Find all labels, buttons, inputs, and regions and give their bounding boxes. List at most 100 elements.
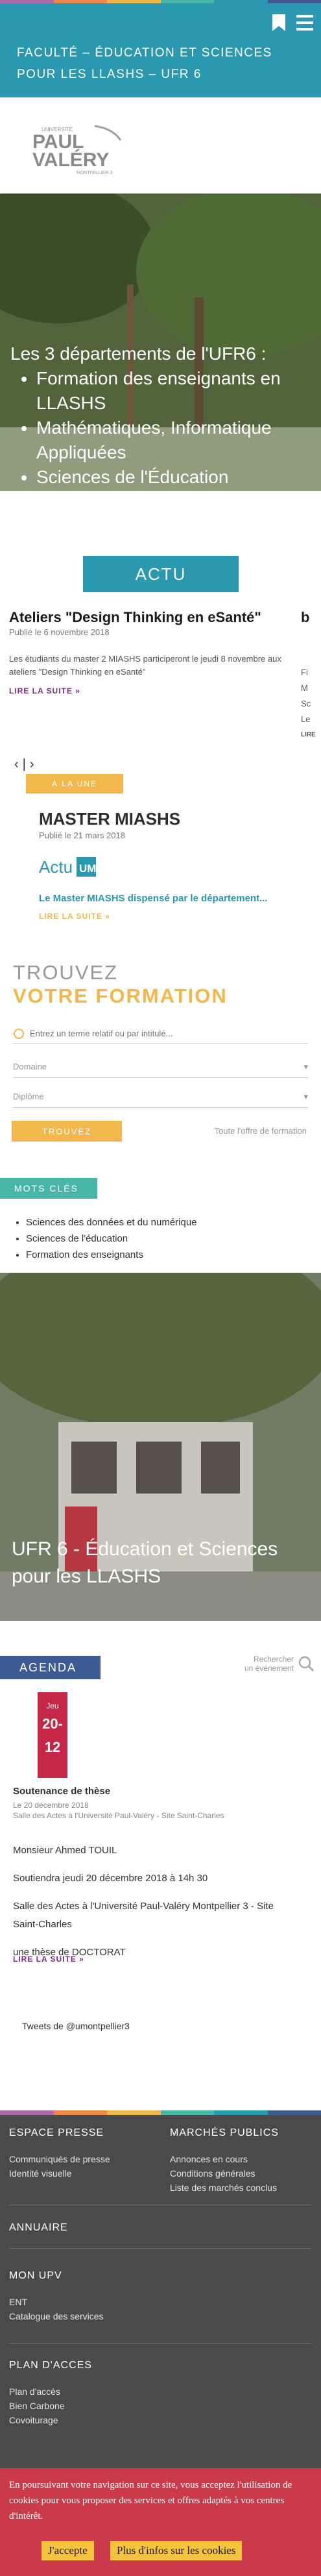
hamburger-line bbox=[296, 28, 313, 31]
keywords-list: Sciences des données et du numérique Sci… bbox=[13, 1214, 197, 1263]
chevron-down-icon: ▾ bbox=[303, 1061, 308, 1071]
footer-link[interactable]: Conditions générales bbox=[170, 2166, 313, 2181]
event-where: Salle des Actes à l'Université Paul-Valé… bbox=[13, 1901, 274, 1930]
search-icon bbox=[298, 1656, 315, 1672]
footer-link[interactable]: Covoiturage bbox=[9, 2413, 92, 2427]
cookie-info-button[interactable]: Plus d'infos sur les cookies bbox=[110, 2541, 243, 2560]
search-icon bbox=[14, 1028, 24, 1039]
all-courses-link[interactable]: Toute l'offre de formation bbox=[215, 1126, 307, 1136]
news-card-featured[interactable]: Ateliers "Design Thinking en eSanté" Pub… bbox=[9, 609, 298, 697]
event-body: Monsieur Ahmed TOUIL Soutiendra jeudi 20… bbox=[13, 1842, 285, 1971]
slider-next-button[interactable]: › bbox=[30, 757, 34, 771]
footer-link[interactable]: Communiqués de presse bbox=[9, 2152, 152, 2166]
university-logo[interactable]: UNIVERSITÉ PAUL VALÉRY MONTPELLIER 3 bbox=[30, 114, 127, 177]
hero-list: Formation des enseignants en LLASHS Math… bbox=[10, 366, 315, 490]
keywords-label: MOTS CLÉS bbox=[0, 1178, 97, 1199]
focus-label: À LA UNE bbox=[26, 774, 123, 794]
news-section: ACTU Ateliers "Design Thinking en eSanté… bbox=[0, 491, 321, 958]
peek-line: LIRE bbox=[301, 731, 316, 738]
bookmark-icon bbox=[272, 14, 285, 31]
footer-link[interactable]: Bien Carbone bbox=[9, 2399, 92, 2413]
logo-line4: MONTPELLIER 3 bbox=[77, 171, 112, 175]
hamburger-line bbox=[296, 21, 313, 24]
news-card-next[interactable]: b Fi M Sc Le LIRE bbox=[301, 609, 321, 743]
news-date: Publié le 21 mars 2018 bbox=[39, 831, 125, 840]
site-title[interactable]: Faculté – Éducation et Sciences pour les… bbox=[17, 42, 289, 85]
event-meta: Le 20 décembre 2018 Salle des Actes à l'… bbox=[13, 1800, 259, 1821]
menu-button[interactable] bbox=[294, 10, 316, 36]
hero-banner: Les 3 départements de l'UFR6 : Formation… bbox=[0, 194, 321, 491]
course-finder: TROUVEZ VOTRE FORMATION Domaine ▾ Diplôm… bbox=[0, 958, 321, 1169]
course-search-field[interactable] bbox=[13, 1023, 308, 1044]
footer-link[interactable]: Plan d'accès bbox=[9, 2384, 92, 2399]
cookie-accept-button[interactable]: J'accepte bbox=[42, 2541, 94, 2560]
hero-item[interactable]: Formation des enseignants en LLASHS bbox=[36, 366, 315, 416]
footer-link[interactable]: ENT bbox=[9, 2295, 104, 2309]
footer-divider bbox=[9, 2248, 312, 2249]
keyword-link[interactable]: Sciences des données et du numérique bbox=[26, 1214, 197, 1231]
diploma-select[interactable]: Diplôme ▾ bbox=[13, 1086, 308, 1108]
keyword-link[interactable]: Sciences de l'éducation bbox=[26, 1231, 197, 1247]
peek-line: M bbox=[301, 683, 308, 693]
news-excerpt: Les étudiants du master 2 MIASHS partici… bbox=[9, 654, 281, 677]
news-card-focus[interactable]: MASTER MIASHS Publié le 21 mars 2018 Act… bbox=[39, 809, 285, 922]
hero-item[interactable]: Mathématiques, Informatique Appliquées bbox=[36, 416, 315, 465]
footer-color-stripe bbox=[0, 2110, 321, 2115]
footer-heading[interactable]: ESPACE PRESSE bbox=[9, 2126, 152, 2140]
keyword-link[interactable]: Formation des enseignants bbox=[26, 1247, 197, 1263]
footer-heading[interactable]: MON UPV bbox=[9, 2269, 104, 2283]
find-course-button[interactable]: TROUVEZ bbox=[12, 1121, 122, 1142]
domain-select-value: Domaine bbox=[13, 1062, 47, 1071]
logo-zone: UNIVERSITÉ PAUL VALÉRY MONTPELLIER 3 bbox=[0, 97, 321, 194]
read-more-link[interactable]: LIRE LA SUITE » bbox=[13, 1955, 84, 1964]
read-more-link[interactable]: LIRE LA SUITE » bbox=[9, 686, 80, 695]
event-when: Soutiendra jeudi 20 décembre 2018 à 14h … bbox=[13, 1873, 208, 1884]
news-title: b bbox=[301, 609, 310, 625]
domain-select[interactable]: Domaine ▾ bbox=[13, 1056, 308, 1078]
footer-heading[interactable]: PLAN D'ACCES bbox=[9, 2358, 92, 2373]
news-label: ACTU bbox=[83, 556, 239, 592]
cookie-banner: En poursuivant votre navigation sur ce s… bbox=[0, 2468, 321, 2576]
footer-heading[interactable]: ANNUAIRE bbox=[9, 2221, 68, 2235]
chevron-down-icon: ▾ bbox=[303, 1091, 308, 1101]
event-meta-place: Salle des Actes à l'Université Paul-Valé… bbox=[13, 1811, 224, 1820]
news-title[interactable]: Ateliers "Design Thinking en eSanté" bbox=[9, 609, 298, 626]
footer-press: ESPACE PRESSE Communiqués de presse Iden… bbox=[9, 2126, 152, 2181]
course-search-input[interactable] bbox=[30, 1029, 289, 1038]
footer-markets: MARCHÉS PUBLICS Annonces en cours Condit… bbox=[170, 2126, 313, 2195]
agenda-search-text: Rechercher un événement bbox=[229, 1655, 294, 1673]
event-day-label: Jeu bbox=[46, 1701, 59, 1710]
news-title[interactable]: MASTER MIASHS bbox=[39, 809, 285, 829]
footer-my-upv: MON UPV ENT Catalogue des services bbox=[9, 2269, 104, 2323]
agenda-search-link[interactable]: Rechercher un événement bbox=[229, 1655, 315, 1673]
actu-logo-mark: UM bbox=[79, 862, 96, 875]
event-month: 12 bbox=[44, 1739, 61, 1755]
bookmark-button[interactable] bbox=[269, 10, 289, 36]
hero-item[interactable]: Sciences de l'Éducation bbox=[36, 465, 315, 490]
peek-line: Fi bbox=[301, 668, 308, 677]
actu-um-logo: Actu UM bbox=[39, 857, 96, 877]
news-date: Publié le 6 novembre 2018 bbox=[9, 627, 110, 637]
building-banner: UFR 6 - Éducation et Sciences pour les L… bbox=[0, 1273, 321, 1621]
footer-heading[interactable]: MARCHÉS PUBLICS bbox=[170, 2126, 313, 2140]
footer-link[interactable]: Catalogue des services bbox=[9, 2309, 104, 2323]
hamburger-menu-icon bbox=[296, 15, 313, 18]
footer-link[interactable]: Liste des marchés conclus bbox=[170, 2181, 313, 2195]
logo-line3: VALÉRY bbox=[32, 149, 109, 171]
keywords-section: MOTS CLÉS Sciences des données et du num… bbox=[0, 1178, 321, 1275]
actu-logo-text: Actu bbox=[39, 857, 73, 877]
finder-title-line1: TROUVEZ bbox=[13, 961, 119, 984]
tweets-widget: Tweets de @umontpellier3 bbox=[0, 2009, 321, 2064]
event-title[interactable]: Soutenance de thèse bbox=[13, 1786, 110, 1797]
finder-title: TROUVEZ VOTRE FORMATION bbox=[13, 961, 228, 1008]
slider-separator: | bbox=[22, 757, 26, 771]
footer-link[interactable]: Annonces en cours bbox=[170, 2152, 313, 2166]
finder-title-line2: VOTRE FORMATION bbox=[13, 984, 228, 1007]
event-date-badge: Jeu 20- 12 bbox=[38, 1692, 67, 1778]
read-more-link[interactable]: LIRE LA SUITE » bbox=[39, 912, 110, 921]
tweets-link[interactable]: Tweets de @umontpellier3 bbox=[22, 2021, 130, 2031]
news-slider-nav: ‹ | › bbox=[14, 757, 38, 772]
slider-prev-button[interactable]: ‹ bbox=[14, 757, 19, 771]
footer-link[interactable]: Identité visuelle bbox=[9, 2166, 152, 2181]
hero-heading: Les 3 départements de l'UFR6 : bbox=[10, 344, 267, 364]
